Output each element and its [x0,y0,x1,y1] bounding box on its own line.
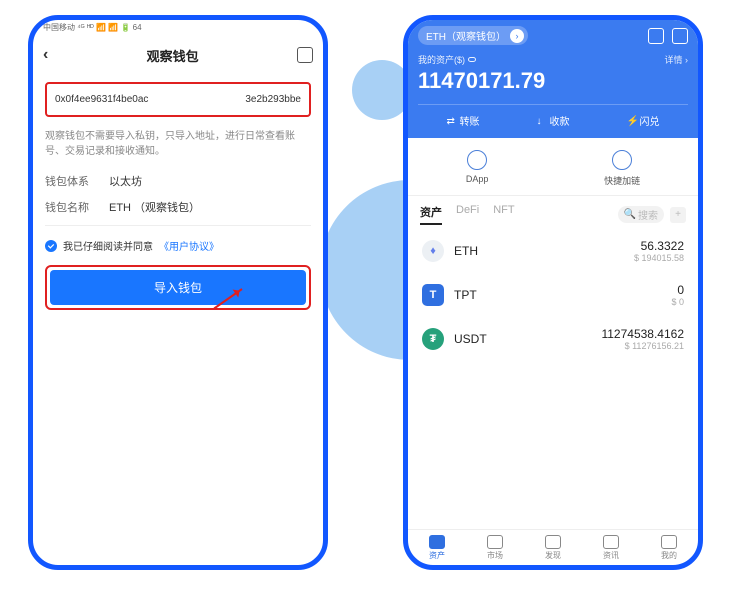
import-wallet-button[interactable]: 导入钱包 [50,270,306,305]
news-icon [603,535,619,549]
nav-assets[interactable]: 资产 [429,535,445,561]
dapp-shortcut[interactable]: DApp [466,150,489,187]
tpt-icon: T [422,284,444,306]
agree-text: 我已仔细阅读并同意 [63,238,153,253]
import-button-highlight: 导入钱包 [45,265,311,310]
add-token-button[interactable]: + [670,207,686,223]
bottom-nav: 资产 市场 发现 资讯 我的 [408,529,698,565]
back-icon[interactable]: ‹ [43,46,48,64]
menu-icon[interactable] [672,28,688,44]
chain-label: 钱包体系 [45,173,97,189]
wallet-selector[interactable]: ETH（观察钱包） › [418,26,528,45]
usdt-icon: ₮ [422,328,444,350]
swap-arrows-icon: ⇄ [447,116,457,126]
chart-icon [487,535,503,549]
scan-icon[interactable] [648,28,664,44]
wallet-name-label: 钱包名称 [45,199,97,215]
chain-value: 以太坊 [109,173,142,189]
description-text: 观察钱包不需要导入私钥，只导入地址，进行日常查看账号、交易记录和接收通知。 [45,129,311,159]
status-text: 中国移动 ⁴ᴳ ᴴᴰ 📶 📶 🔋 64 [43,22,142,36]
nav-news[interactable]: 资讯 [603,535,619,561]
balance-card: 我的资产($) 详情 › 11470171.79 ⇄ 转账 ↓ 收款 ⚡ 闪兑 [418,53,688,128]
tab-assets[interactable]: 资产 [420,204,442,225]
receive-button[interactable]: ↓ 收款 [537,113,570,128]
asset-tabs-row: 资产 DeFi NFT 🔍 搜索 + [408,196,698,229]
page-title: 观察钱包 [147,46,199,65]
status-bar: 中国移动 ⁴ᴳ ᴴᴰ 📶 📶 🔋 64 [33,20,323,38]
swap-button[interactable]: ⚡ 闪兑 [627,113,660,128]
eth-icon: ♦ [422,240,444,262]
nav-me[interactable]: 我的 [661,535,677,561]
chevron-right-icon: › [510,29,524,43]
eye-icon[interactable] [468,57,476,62]
transfer-button[interactable]: ⇄ 转账 [447,113,480,128]
user-agreement-link[interactable]: 《用户协议》 [159,238,219,253]
diamond-icon [612,150,632,170]
tab-defi[interactable]: DeFi [456,204,479,225]
checkbox-checked-icon[interactable] [45,240,57,252]
phone-wallet-home: ETH（观察钱包） › 我的资产($) 详情 › 11470171.79 ⇄ 转… [403,15,703,570]
asset-list: ♦ ETH 56.3322 $ 194015.58 T TPT 0 $ 0 ₮ … [408,229,698,529]
phone-import-wallet: 中国移动 ⁴ᴳ ᴴᴰ 📶 📶 🔋 64 ‹ 观察钱包 0x0f4ee9631f4… [28,15,328,570]
nav-discover[interactable]: 发现 [545,535,561,561]
asset-row-eth[interactable]: ♦ ETH 56.3322 $ 194015.58 [408,229,698,273]
balance-label: 我的资产($) [418,53,465,66]
tab-nft[interactable]: NFT [493,204,514,225]
address-right: 3e2b293bbe [245,94,301,105]
flash-icon: ⚡ [627,116,637,126]
download-icon: ↓ [537,116,547,126]
wallet-icon [429,535,445,549]
balance-amount: 11470171.79 [418,68,688,94]
wallet-name-value: ETH （观察钱包） [109,199,200,215]
nav-market[interactable]: 市场 [487,535,503,561]
wallet-header: ETH（观察钱包） › 我的资产($) 详情 › 11470171.79 ⇄ 转… [408,20,698,138]
asset-row-usdt[interactable]: ₮ USDT 11274538.4162 $ 11276156.21 [408,317,698,361]
asset-row-tpt[interactable]: T TPT 0 $ 0 [408,273,698,317]
address-input[interactable]: 0x0f4ee9631f4be0ac 3e2b293bbe [45,82,311,117]
compass-icon [545,535,561,549]
wallet-selector-label: ETH（观察钱包） [426,28,506,43]
quick-add-chain-shortcut[interactable]: 快捷加链 [604,150,640,187]
search-input[interactable]: 🔍 搜索 [618,206,664,223]
detail-link[interactable]: 详情 › [665,53,689,66]
scan-icon[interactable] [297,47,313,63]
shortcut-row: DApp 快捷加链 [408,138,698,196]
user-icon [661,535,677,549]
compass-icon [467,150,487,170]
agreement-row[interactable]: 我已仔细阅读并同意 《用户协议》 [45,225,311,253]
nav-bar: ‹ 观察钱包 [33,38,323,72]
address-left: 0x0f4ee9631f4be0ac [55,94,148,105]
search-icon: 🔍 [624,209,636,220]
